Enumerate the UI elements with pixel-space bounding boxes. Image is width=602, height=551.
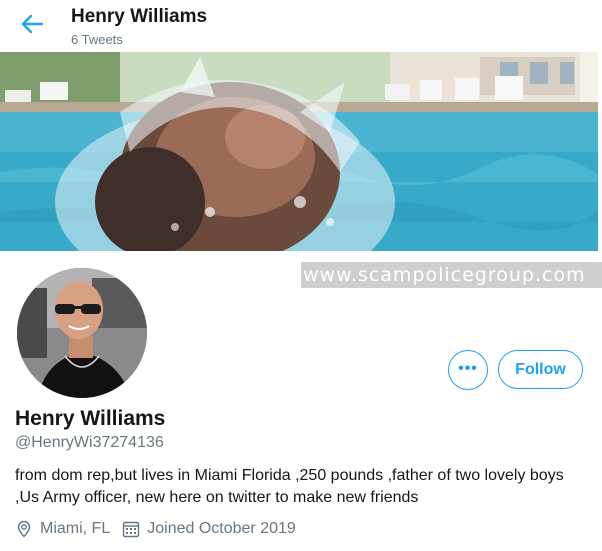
profile-meta: Miami, FL Joined October 2019 — [15, 518, 308, 540]
arrow-left-icon — [21, 14, 44, 34]
profile-handle: @HenryWi37274136 — [15, 434, 164, 451]
location-pin-icon — [17, 520, 31, 538]
profile-bio: from dom rep,but lives in Miami Florida … — [15, 467, 564, 506]
profile-header: Henry Williams 6 Tweets — [0, 0, 602, 52]
avatar[interactable] — [13, 264, 151, 402]
profile-name: Henry Williams — [15, 407, 166, 430]
follow-button[interactable]: Follow — [498, 350, 583, 389]
header-name: Henry Williams — [71, 6, 208, 27]
joined-item: Joined October 2019 — [122, 520, 296, 538]
tweet-count: 6 Tweets — [71, 32, 123, 47]
location-item: Miami, FL — [15, 520, 110, 538]
calendar-icon — [123, 521, 140, 538]
banner-image — [0, 52, 598, 251]
avatar-image — [17, 268, 147, 398]
watermark-text: www.scampolicegroup.com — [301, 262, 602, 288]
more-options-button[interactable]: ••• — [448, 350, 488, 390]
back-button[interactable] — [18, 12, 46, 36]
joined-text: Joined October 2019 — [147, 520, 296, 537]
more-icon: ••• — [458, 360, 478, 377]
location-text: Miami, FL — [40, 520, 111, 537]
profile-banner[interactable] — [0, 52, 598, 251]
